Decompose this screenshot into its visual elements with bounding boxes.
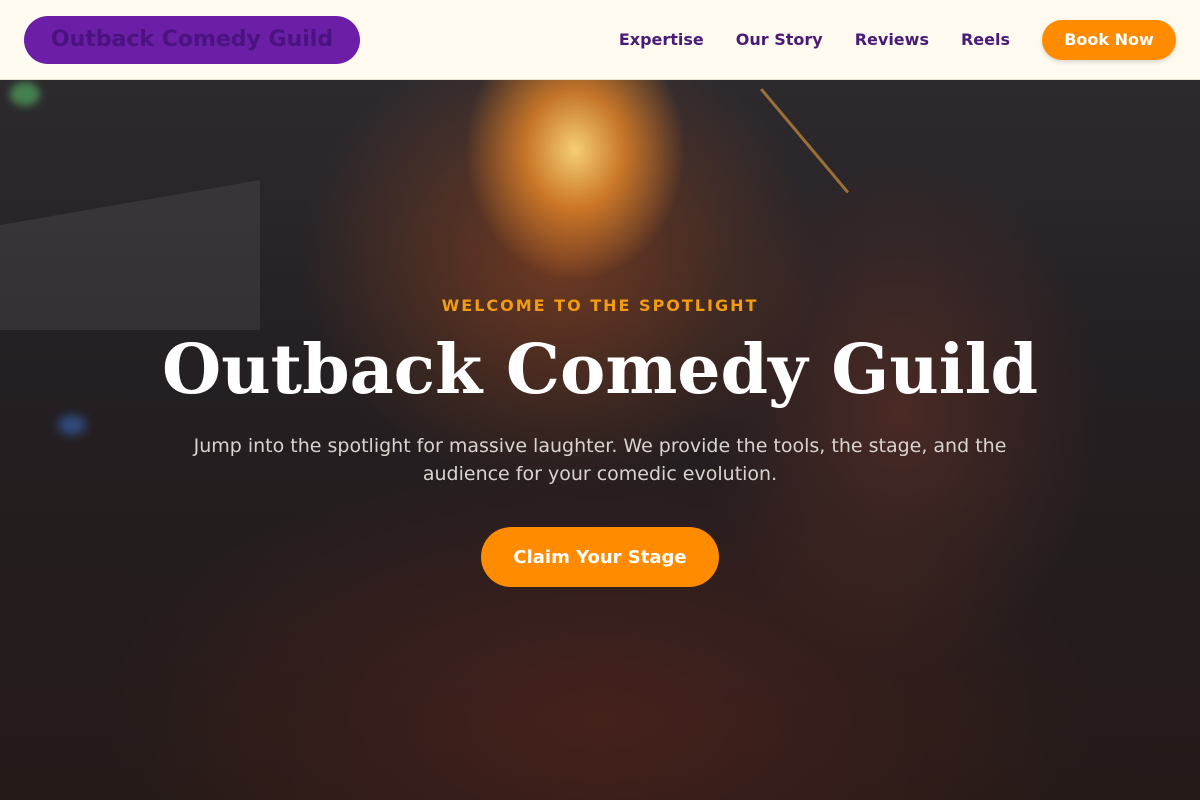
nav-menu: Expertise Our Story Reviews Reels Book N…: [587, 19, 1176, 60]
nav-link-reviews[interactable]: Reviews: [855, 30, 929, 49]
hero-section: WELCOME TO THE SPOTLIGHT Outback Comedy …: [0, 80, 1200, 800]
nav-link-reels[interactable]: Reels: [961, 30, 1010, 49]
logo-link[interactable]: Outback Comedy Guild: [24, 15, 360, 64]
book-now-button[interactable]: Book Now: [1042, 19, 1176, 60]
navbar: Outback Comedy Guild Expertise Our Story…: [0, 0, 1200, 80]
claim-stage-button[interactable]: Claim Your Stage: [481, 527, 719, 587]
nav-link-expertise[interactable]: Expertise: [619, 30, 704, 49]
hero-title: Outback Comedy Guild: [161, 330, 1039, 410]
hero-eyebrow: WELCOME TO THE SPOTLIGHT: [441, 296, 759, 315]
hero-content: WELCOME TO THE SPOTLIGHT Outback Comedy …: [0, 80, 1200, 800]
nav-link-our-story[interactable]: Our Story: [736, 30, 823, 49]
hero-subtitle: Jump into the spotlight for massive laug…: [193, 435, 1007, 485]
